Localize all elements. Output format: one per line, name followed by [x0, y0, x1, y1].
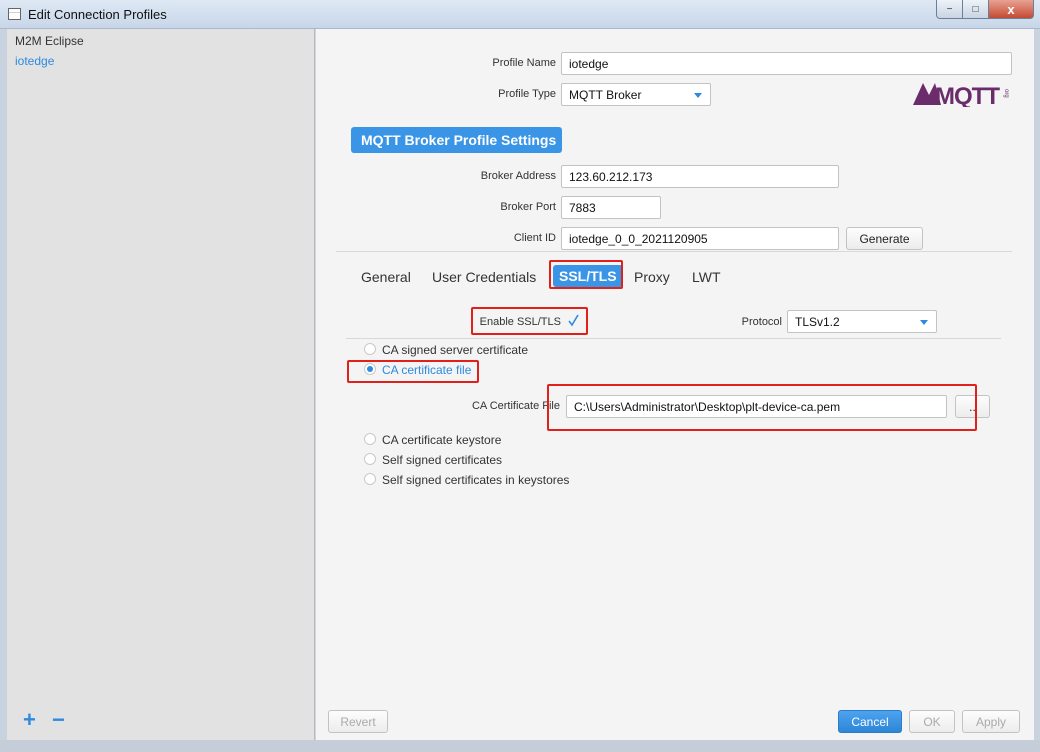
self-signed-in-keystores-label[interactable]: Self signed certificates in keystores — [382, 473, 569, 487]
broker-port-label: Broker Port — [500, 201, 556, 213]
chevron-down-icon — [920, 320, 928, 325]
close-button[interactable]: x — [989, 0, 1034, 19]
broker-port-input[interactable]: 7883 — [561, 196, 661, 219]
profile-editor-panel: Profile Name iotedge Profile Type MQTT B… — [316, 29, 1034, 740]
radio-ca-signed-server-cert[interactable] — [364, 343, 376, 355]
ok-button[interactable]: OK — [909, 710, 955, 733]
protocol-select[interactable]: TLSv1.2 — [787, 310, 937, 333]
highlight-box-enable-ssl — [471, 307, 588, 335]
ca-certificate-keystore-label[interactable]: CA certificate keystore — [382, 433, 501, 447]
remove-profile-button[interactable]: − — [52, 709, 65, 731]
tab-general[interactable]: General — [361, 269, 411, 285]
chevron-down-icon — [694, 93, 702, 98]
client-id-input[interactable]: iotedge_0_0_2021120905 — [561, 227, 839, 250]
window-title: Edit Connection Profiles — [28, 7, 167, 22]
sidebar-item-m2m-eclipse[interactable]: M2M Eclipse — [15, 34, 84, 48]
tab-user-credentials[interactable]: User Credentials — [432, 269, 536, 285]
profile-name-input[interactable]: iotedge — [561, 52, 1012, 75]
tab-lwt[interactable]: LWT — [692, 269, 721, 285]
profiles-sidebar: M2M Eclipse iotedge + − — [7, 29, 315, 740]
svg-text:org: org — [1003, 89, 1009, 98]
mqtt-logo: MQTT org — [913, 83, 1009, 107]
client-id-label: Client ID — [513, 232, 556, 244]
profile-name-label: Profile Name — [492, 57, 556, 69]
minimize-button[interactable]: − — [936, 0, 963, 19]
protocol-label: Protocol — [741, 316, 782, 328]
profile-type-label: Profile Type — [498, 88, 556, 100]
window-controls: − □ x — [936, 0, 1034, 19]
divider — [346, 338, 1001, 339]
ca-certificate-file-path-label: CA Certificate File — [471, 400, 560, 412]
title-bar: Edit Connection Profiles − □ x — [0, 0, 1040, 29]
tab-proxy[interactable]: Proxy — [634, 269, 670, 285]
ca-signed-server-cert-label[interactable]: CA signed server certificate — [382, 343, 528, 357]
window-frame-left — [0, 29, 7, 752]
maximize-button[interactable]: □ — [963, 0, 989, 19]
revert-button[interactable]: Revert — [328, 710, 388, 733]
apply-button[interactable]: Apply — [962, 710, 1020, 733]
divider — [336, 251, 1012, 252]
protocol-value: TLSv1.2 — [795, 315, 840, 329]
self-signed-certificates-label[interactable]: Self signed certificates — [382, 453, 502, 467]
broker-address-label: Broker Address — [480, 170, 556, 182]
highlight-box-ca-file-option — [347, 360, 479, 383]
window-frame-right — [1034, 29, 1040, 752]
radio-ca-certificate-keystore[interactable] — [364, 433, 376, 445]
radio-self-signed-certificates[interactable] — [364, 453, 376, 465]
highlight-box-ssl-tab — [549, 260, 623, 289]
app-icon — [8, 8, 21, 20]
radio-self-signed-in-keystores[interactable] — [364, 473, 376, 485]
window-frame-bottom — [0, 740, 1040, 752]
profile-type-select[interactable]: MQTT Broker — [561, 83, 711, 106]
svg-text:MQTT: MQTT — [935, 83, 1000, 107]
cancel-button[interactable]: Cancel — [838, 710, 902, 733]
generate-button[interactable]: Generate — [846, 227, 923, 250]
add-profile-button[interactable]: + — [23, 709, 36, 731]
highlight-box-ca-file-path — [547, 384, 977, 431]
profile-type-value: MQTT Broker — [569, 88, 642, 102]
broker-settings-header: MQTT Broker Profile Settings — [351, 127, 562, 153]
sidebar-item-iotedge[interactable]: iotedge — [15, 54, 54, 68]
broker-address-input[interactable]: 123.60.212.173 — [561, 165, 839, 188]
